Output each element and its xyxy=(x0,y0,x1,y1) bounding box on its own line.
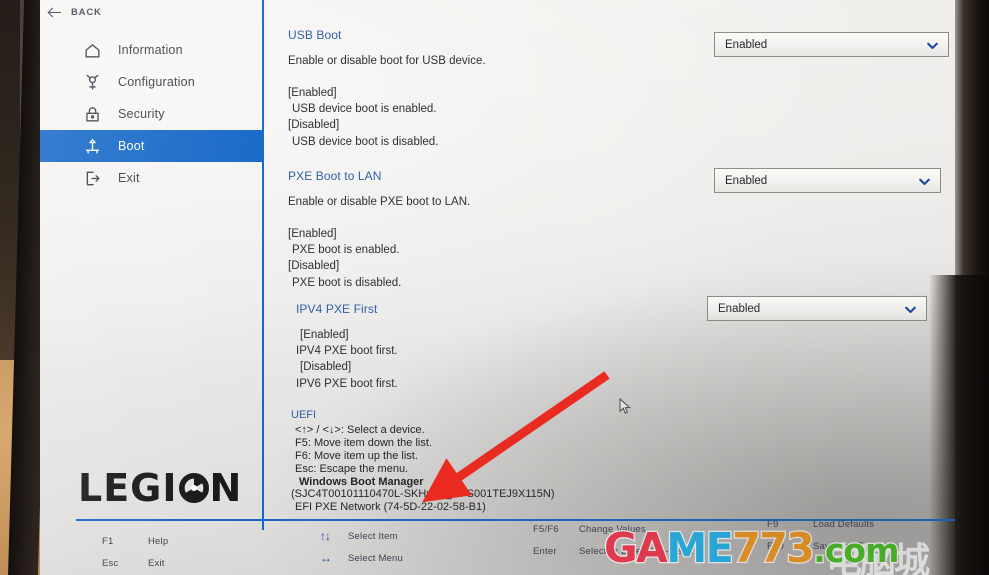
uefi-help-line: F6: Move item up the list. xyxy=(295,449,418,462)
help-hint-select-menu: ↔ Select Menu xyxy=(320,551,403,565)
sidebar-item-label: Exit xyxy=(118,171,140,185)
help-line: PXE boot is enabled. xyxy=(292,244,400,257)
back-button-label: BACK xyxy=(71,7,102,18)
watermark-part-ga: GA xyxy=(603,524,669,572)
boot-icon xyxy=(82,136,102,156)
help-key: F1 xyxy=(102,536,114,547)
help-desc: Select Menu xyxy=(348,552,404,564)
watermark-part-me: ME xyxy=(665,524,735,572)
sidebar-item-label: Security xyxy=(118,107,165,121)
legion-logo-text-right: N xyxy=(209,466,243,510)
dropdown-value: Enabled xyxy=(725,38,768,51)
back-button[interactable]: BACK xyxy=(49,6,102,19)
settings-panel: USB Boot Enable or disable boot for USB … xyxy=(262,0,955,519)
bios-screen: BACK Information Configuration Security … xyxy=(40,0,955,575)
help-hint-esc: Esc Exit xyxy=(102,558,165,569)
help-desc: Select Item xyxy=(348,530,398,542)
sidebar-item-label: Boot xyxy=(118,139,145,153)
help-key: F5/F6 xyxy=(533,524,559,535)
gear-icon xyxy=(82,72,102,92)
chevron-down-icon xyxy=(903,302,917,316)
help-line: IPV4 PXE boot first. xyxy=(296,345,398,358)
uefi-help-line: Esc: Escape the menu. xyxy=(295,462,409,475)
uefi-boot-order-block: UEFI <↑> / <↓>: Select a device. F5: Mov… xyxy=(291,409,555,514)
ipv4-pxe-dropdown[interactable]: Enabled xyxy=(707,296,927,321)
help-line: USB device boot is enabled. xyxy=(292,103,437,116)
horizontal-divider xyxy=(76,519,955,521)
home-icon xyxy=(82,40,102,60)
sidebar-item-label: Configuration xyxy=(118,75,195,89)
sidebar-nav: Information Configuration Security Boot … xyxy=(40,34,262,194)
help-key: Enter xyxy=(533,546,557,557)
help-line: [Disabled] xyxy=(288,119,340,132)
sidebar-item-label: Information xyxy=(118,43,183,57)
laptop-photo: BACK Information Configuration Security … xyxy=(0,0,989,575)
help-line: IPV6 PXE boot first. xyxy=(296,377,398,390)
boot-device-drive-id: (SJC4T00101110470L-SKHynix_HFS001TEJ9X11… xyxy=(291,488,555,501)
watermark-part-com: .com xyxy=(812,531,901,570)
help-line: [Disabled] xyxy=(300,361,352,374)
help-line: [Enabled] xyxy=(288,87,337,99)
setting-description: Enable or disable PXE boot to LAN. xyxy=(288,196,471,208)
help-line: [Disabled] xyxy=(288,260,340,273)
lock-icon xyxy=(82,104,102,124)
arrow-left-icon xyxy=(49,6,62,19)
help-hint-f1: F1 Help xyxy=(102,536,168,547)
boot-device-windows-boot-manager[interactable]: Windows Boot Manager xyxy=(291,476,555,489)
setting-value-help: [Enabled] USB device boot is enabled. [D… xyxy=(288,85,928,150)
sidebar-item-configuration[interactable]: Configuration xyxy=(40,66,262,98)
setting-value-help: [Enabled] PXE boot is enabled. [Disabled… xyxy=(288,226,928,291)
mouse-cursor xyxy=(619,398,631,414)
legion-logo-o-mark xyxy=(178,473,209,503)
legion-logo-text-left: LEGI xyxy=(78,466,178,510)
left-right-arrow-icon: ↔ xyxy=(320,551,332,565)
help-line: [Enabled] xyxy=(300,329,349,341)
boot-device-efi-pxe-network[interactable]: EFI PXE Network (74-5D-22-02-58-B1) xyxy=(291,501,555,514)
sidebar-item-information[interactable]: Information xyxy=(40,34,262,66)
legion-logo: LEGI N xyxy=(78,466,242,510)
help-line: [Enabled] xyxy=(288,228,337,240)
uefi-help-line: F5: Move item down the list. xyxy=(295,436,432,449)
help-hint-select-item: ↑↓ Select Item xyxy=(320,529,398,543)
chevron-down-icon xyxy=(917,174,931,188)
uefi-help-line: <↑> / <↓>: Select a device. xyxy=(295,423,425,436)
sidebar-item-security[interactable]: Security xyxy=(40,98,262,130)
watermark-logo: GA ME 773 .com xyxy=(603,524,901,572)
sidebar-item-exit[interactable]: Exit xyxy=(40,162,262,194)
dropdown-value: Enabled xyxy=(725,174,768,187)
uefi-heading: UEFI xyxy=(291,409,317,421)
dropdown-value: Enabled xyxy=(718,302,761,315)
pxe-boot-dropdown[interactable]: Enabled xyxy=(714,168,941,193)
sidebar-item-boot[interactable]: Boot xyxy=(40,130,262,162)
setting-value-help: [Enabled] IPV4 PXE boot first. [Disabled… xyxy=(296,327,936,392)
help-line: PXE boot is disabled. xyxy=(292,276,402,289)
up-down-arrow-icon: ↑↓ xyxy=(320,529,331,543)
help-key: Esc xyxy=(102,558,119,569)
help-desc: Exit xyxy=(148,558,165,569)
help-desc: Help xyxy=(148,536,169,547)
exit-icon xyxy=(82,168,102,188)
chevron-down-icon xyxy=(925,38,939,52)
watermark-part-773: 773 xyxy=(731,524,816,572)
help-line: USB device boot is disabled. xyxy=(292,135,439,148)
vertical-divider xyxy=(262,0,264,530)
usb-boot-dropdown[interactable]: Enabled xyxy=(714,32,949,57)
